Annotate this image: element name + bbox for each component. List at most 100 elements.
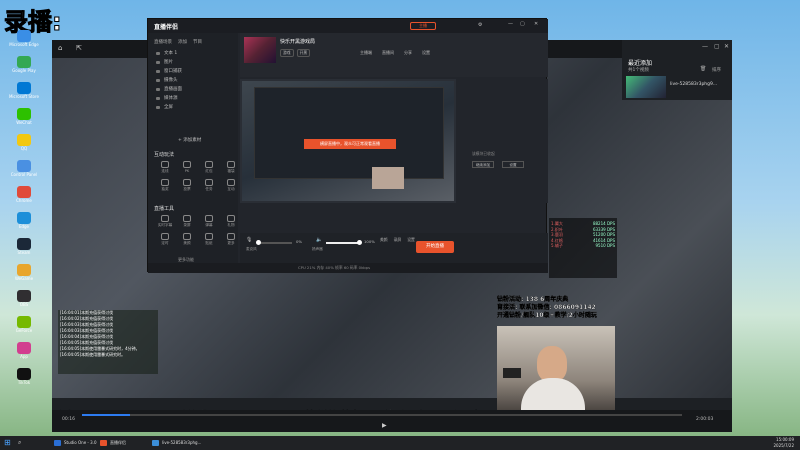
settings-icon[interactable]: ⚙ — [478, 22, 482, 28]
taskbar-app-label: 直播伴侣 — [110, 440, 126, 445]
tool-button[interactable]: 贴纸 — [200, 233, 218, 249]
desktop-icon[interactable]: Microsoft Edge — [4, 30, 44, 50]
desktop-icon[interactable]: GeForce — [4, 316, 44, 336]
minimize-icon[interactable]: — — [702, 43, 708, 50]
tool-button[interactable]: 互动 — [222, 179, 240, 195]
tool-button[interactable]: 连线 — [156, 161, 174, 177]
desktop-icon[interactable]: Edge — [4, 212, 44, 232]
scene-item[interactable]: 窗口捕获 — [148, 67, 238, 76]
start-icon[interactable]: ⊞ — [4, 438, 11, 447]
scene-item[interactable]: 摄像头 — [148, 76, 238, 85]
desktop-icon[interactable]: Steam — [4, 238, 44, 258]
studio-titlebar: 直播伴侣 主播 ⚙ — ▢ ✕ — [148, 19, 548, 33]
scene-item[interactable]: 直播画面 — [148, 85, 238, 94]
playback-bar[interactable]: 00:16 2:00:03 ▶ — [52, 410, 732, 432]
app-icon — [17, 264, 31, 276]
live-studio-window[interactable]: 直播伴侣 主播 ⚙ — ▢ ✕ 直播场景 添加 节目 文本 1 图片 窗口捕获 摄像头 直播… — [147, 18, 548, 273]
desktop-icon[interactable]: Google Play — [4, 56, 44, 76]
tool-button[interactable]: 礼物 — [222, 215, 240, 231]
current-time: 00:16 — [62, 417, 75, 422]
taskbar-app-studio-one[interactable]: Studio One - 3.0 — [52, 438, 97, 448]
system-clock[interactable]: 15:00:09 2025/7/22 — [773, 437, 794, 449]
start-live-button[interactable]: 开始直播 — [416, 241, 454, 253]
taskbar-app-video[interactable]: live-528583r3phg... — [150, 438, 201, 448]
desktop-icon-label: WeGame — [14, 276, 34, 281]
user-role-button[interactable]: 主播 — [410, 22, 436, 30]
desktop-icon[interactable]: App — [4, 342, 44, 362]
tool-button[interactable]: 弹幕 — [200, 215, 218, 231]
video-thumbnail[interactable] — [626, 76, 666, 98]
maximize-icon[interactable]: ▢ — [714, 43, 720, 50]
speaker-icon[interactable]: 🔈 — [316, 237, 322, 243]
desktop-icon-label: Chrome — [16, 198, 32, 203]
close-icon[interactable]: ✕ — [534, 21, 538, 27]
progress-track[interactable] — [82, 414, 682, 416]
scene-item-label: 媒体源 — [164, 96, 178, 101]
microphone-icon[interactable]: 🎙 — [246, 237, 252, 243]
scene-item[interactable]: 图片 — [148, 58, 238, 67]
room-title[interactable]: 快乐开黑游戏局 — [280, 38, 315, 45]
tool-button[interactable]: 实时字幕 — [156, 215, 174, 231]
desktop-icon[interactable]: WeChat — [4, 108, 44, 128]
side-tab[interactable]: 节目 — [193, 39, 202, 45]
header-link[interactable]: 设置 — [422, 50, 430, 56]
room-tag[interactable]: 游戏 — [280, 49, 294, 57]
desktop-icon-label: Microsoft Store — [8, 94, 40, 99]
desktop-icon[interactable]: Chrome — [4, 186, 44, 206]
tool-label: 录屏 — [183, 223, 191, 227]
continue-add-button[interactable]: 继续添加 — [472, 161, 494, 168]
room-tag[interactable]: 开黑 — [296, 49, 311, 57]
tool-button[interactable]: 定时 — [156, 233, 174, 249]
taskbar-app-live-studio[interactable]: 直播伴侣 — [98, 438, 126, 448]
room-cover-image[interactable] — [244, 37, 276, 63]
trash-icon[interactable]: 🗑 — [700, 66, 706, 72]
stream-preview[interactable]: 横屏直播中，观众可正常观看直播 — [240, 79, 456, 203]
tool-button[interactable]: 投票 — [178, 179, 196, 195]
tool-button[interactable]: 福袋 — [222, 161, 240, 177]
scene-item[interactable]: 全屏 — [148, 103, 238, 112]
bottom-tool-label[interactable]: 设置 — [407, 237, 415, 243]
home-icon[interactable]: ⌂ — [58, 44, 62, 52]
tool-button[interactable]: 美颜 — [178, 233, 196, 249]
close-icon[interactable]: ✕ — [724, 43, 729, 50]
desktop-icon[interactable]: Microsoft Store — [4, 82, 44, 102]
header-link[interactable]: 主播端 — [360, 50, 372, 56]
tool-button[interactable]: 红包 — [200, 161, 218, 177]
header-link[interactable]: 直播间 — [382, 50, 394, 56]
desktop-icon[interactable]: QQ — [4, 134, 44, 154]
tool-button[interactable]: 录屏 — [178, 215, 196, 231]
maximize-icon[interactable]: ▢ — [520, 21, 525, 27]
desktop-icon[interactable]: Control Panel — [4, 160, 44, 180]
speaker-volume-slider[interactable] — [326, 240, 362, 245]
desktop-icon[interactable]: TikTok — [4, 368, 44, 388]
scene-type-icon — [156, 52, 160, 55]
bottom-tool-label[interactable]: 美颜 — [380, 237, 388, 243]
bottom-tool-label[interactable]: 录屏 — [394, 237, 402, 243]
panel-settings-button[interactable]: 设置 — [502, 161, 524, 168]
mic-volume-slider[interactable] — [256, 240, 292, 245]
desktop-icon[interactable]: WeGame — [4, 264, 44, 284]
video-filename[interactable]: live-528583r3phg9... — [670, 82, 717, 87]
app-icon — [17, 82, 31, 94]
header-link[interactable]: 分享 — [404, 50, 412, 56]
side-tab[interactable]: 添加 — [178, 39, 187, 45]
scene-item[interactable]: 媒体源 — [148, 94, 238, 103]
scene-type-icon — [156, 61, 160, 64]
desktop-icon-label: Steam — [17, 250, 31, 255]
tool-button[interactable]: 抽奖 — [156, 179, 174, 195]
tool-button[interactable]: PK — [178, 161, 196, 177]
sort-button[interactable]: 排序 — [712, 67, 721, 73]
add-material-button[interactable]: + 添加素材 — [178, 137, 201, 143]
scene-item[interactable]: 文本 1 — [148, 49, 238, 58]
search-icon[interactable]: ⌕ — [18, 439, 21, 447]
desktop-icon[interactable]: OBS — [4, 290, 44, 310]
tool-icon — [161, 179, 169, 186]
minimize-icon[interactable]: — — [508, 21, 513, 27]
tool-button[interactable]: 任务 — [200, 179, 218, 195]
tool-icon — [227, 179, 235, 186]
pin-icon[interactable]: ⇱ — [76, 44, 82, 52]
tool-button[interactable]: 更多 — [222, 233, 240, 249]
play-icon[interactable]: ▶ — [382, 422, 387, 429]
side-tab[interactable]: 直播场景 — [154, 39, 172, 45]
promo-line: 育接活: 联系加微信: 0866091142 — [497, 304, 596, 311]
